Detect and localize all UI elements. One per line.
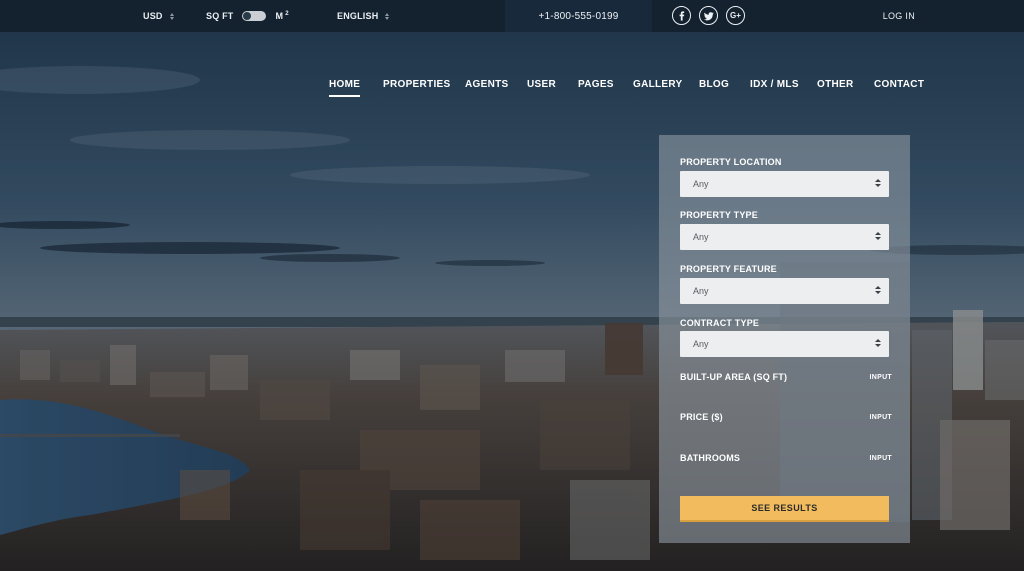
currency-selector[interactable]: USD [143,0,174,32]
google-plus-icon[interactable]: G+ [726,6,745,25]
contract-type-select[interactable]: Any [680,331,889,357]
bathrooms-label: BATHROOMS [680,453,741,463]
nav-item-other[interactable]: OTHER [817,79,854,90]
phone-text: +1-800-555-0199 [538,10,619,22]
currency-value: USD [143,11,163,21]
language-value: ENGLISH [337,11,379,21]
top-bar: USD SQ FT M2 ENGLISH +1-800-555-0199 G+ … [0,0,1024,32]
nav-item-gallery[interactable]: GALLERY [633,79,683,90]
property-location-label: PROPERTY LOCATION [680,157,782,167]
unit-toggle-group: SQ FT M2 [206,0,289,32]
property-location-select[interactable]: Any [680,171,889,197]
main-navigation: HOME PROPERTIES AGENTS USER PAGES GALLER… [0,79,1024,99]
price-label: PRICE ($) [680,412,723,422]
unit-m2-label: M2 [275,11,289,21]
nav-item-idx-mls[interactable]: IDX / MLS [750,79,799,90]
nav-item-user[interactable]: USER [527,79,556,90]
property-feature-label: PROPERTY FEATURE [680,264,777,274]
language-selector[interactable]: ENGLISH [337,0,390,32]
select-caret-icon [875,179,881,187]
property-type-label: PROPERTY TYPE [680,210,758,220]
login-label: LOG IN [882,11,915,21]
nav-item-properties[interactable]: PROPERTIES [383,79,450,90]
property-feature-value: Any [693,286,709,296]
property-location-value: Any [693,179,709,189]
nav-item-contact[interactable]: CONTACT [874,79,924,90]
see-results-label: SEE RESULTS [751,503,818,513]
unit-toggle-switch[interactable] [241,11,266,21]
contract-type-label: CONTRACT TYPE [680,318,760,328]
toggle-knob [242,12,251,20]
select-caret-icon [875,232,881,240]
built-up-area-label: BUILT-UP AREA (SQ FT) [680,372,788,382]
contract-type-value: Any [693,339,709,349]
dropdown-caret-icon [169,12,174,20]
property-type-select[interactable]: Any [680,224,889,250]
select-caret-icon [875,286,881,294]
nav-item-pages[interactable]: PAGES [578,79,614,90]
see-results-button[interactable]: SEE RESULTS [680,496,889,522]
property-feature-select[interactable]: Any [680,278,889,304]
phone-number[interactable]: +1-800-555-0199 [505,0,652,32]
dropdown-caret-icon [385,12,390,20]
property-type-value: Any [693,232,709,242]
price-input[interactable]: INPUT [870,414,893,421]
bathrooms-input[interactable]: INPUT [870,455,893,462]
built-up-area-input[interactable]: INPUT [870,374,893,381]
nav-item-blog[interactable]: BLOG [699,79,729,90]
unit-sqft-label: SQ FT [206,11,234,21]
nav-item-agents[interactable]: AGENTS [465,79,508,90]
twitter-icon[interactable] [699,6,718,25]
facebook-icon[interactable] [672,6,691,25]
nav-item-home[interactable]: HOME [329,79,361,97]
login-link[interactable]: LOG IN [883,0,915,32]
property-search-panel: PROPERTY LOCATION Any PROPERTY TYPE Any … [659,135,910,543]
select-caret-icon [875,339,881,347]
